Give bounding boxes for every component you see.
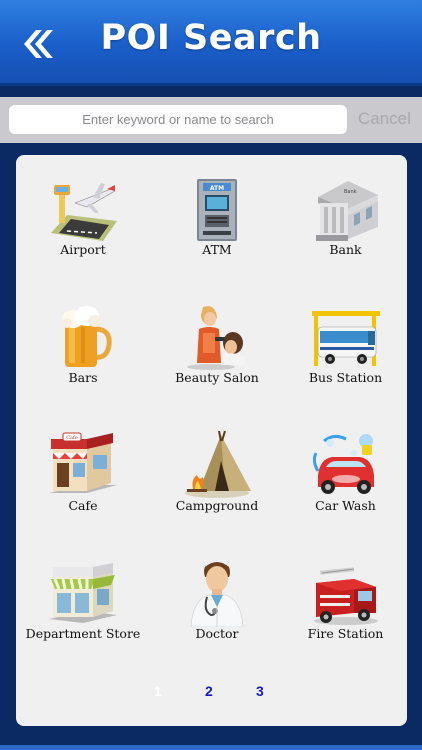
category-department-store[interactable]: Department Store	[16, 559, 150, 687]
category-label: Campground	[175, 498, 259, 513]
category-doctor[interactable]: Doctor	[150, 559, 284, 687]
category-label: Doctor	[195, 626, 239, 641]
category-bus-station[interactable]: Bus Station	[284, 303, 407, 431]
category-label: ATM	[202, 242, 232, 257]
category-cafe[interactable]: Cafe Cafe	[16, 431, 150, 559]
svg-text:ATM: ATM	[210, 185, 224, 192]
category-car-wash[interactable]: Car Wash	[284, 431, 407, 559]
svg-text:Cafe: Cafe	[66, 435, 78, 441]
category-label: Car Wash	[315, 498, 376, 513]
doctor-icon	[190, 562, 244, 627]
airport-icon	[51, 183, 117, 241]
department-store-icon	[49, 563, 117, 623]
svg-text:Bank: Bank	[344, 189, 357, 195]
beauty-salon-icon	[187, 306, 245, 370]
category-campground[interactable]: Campground	[150, 431, 284, 559]
page-1-link[interactable]: 1	[154, 683, 162, 699]
page-3-link[interactable]: 3	[256, 683, 264, 699]
bus-station-icon	[311, 311, 380, 366]
cafe-icon: Cafe	[49, 432, 117, 493]
cancel-button[interactable]: Cancel	[358, 109, 414, 129]
atm-icon: ATM	[197, 179, 237, 241]
category-fire-station[interactable]: Fire Station	[284, 559, 407, 687]
category-label: Beauty Salon	[175, 370, 259, 385]
category-label: Airport	[60, 242, 106, 257]
category-label: Fire Station	[307, 626, 384, 641]
bottom-toolbar-edge	[0, 745, 422, 750]
campground-icon	[185, 431, 251, 498]
beer-icon	[62, 306, 112, 367]
category-label: Bank	[329, 242, 362, 257]
fire-truck-icon	[313, 567, 378, 625]
category-airport[interactable]: Airport	[16, 175, 150, 303]
category-bank[interactable]: Bank Bank	[284, 175, 407, 303]
search-input[interactable]	[9, 105, 347, 134]
category-panel: Airport ATM ATM Bank Bank Bars Beauty Sa…	[16, 155, 407, 726]
category-bars[interactable]: Bars	[16, 303, 150, 431]
car-wash-icon	[312, 434, 374, 494]
pagination: 1 2 3	[16, 683, 407, 703]
category-grid: Airport ATM ATM Bank Bank Bars Beauty Sa…	[16, 175, 407, 687]
page-title: POI Search	[100, 18, 322, 58]
category-label: Department Store	[25, 626, 141, 641]
category-atm[interactable]: ATM ATM	[150, 175, 284, 303]
category-label: Bus Station	[308, 370, 383, 385]
category-beauty-salon[interactable]: Beauty Salon	[150, 303, 284, 431]
category-label: Cafe	[68, 498, 98, 513]
bank-icon: Bank	[315, 181, 378, 241]
category-label: Bars	[68, 370, 98, 385]
header-bar: POI Search	[0, 0, 422, 86]
search-bar: Cancel	[0, 97, 422, 143]
page-2-link[interactable]: 2	[205, 683, 213, 699]
